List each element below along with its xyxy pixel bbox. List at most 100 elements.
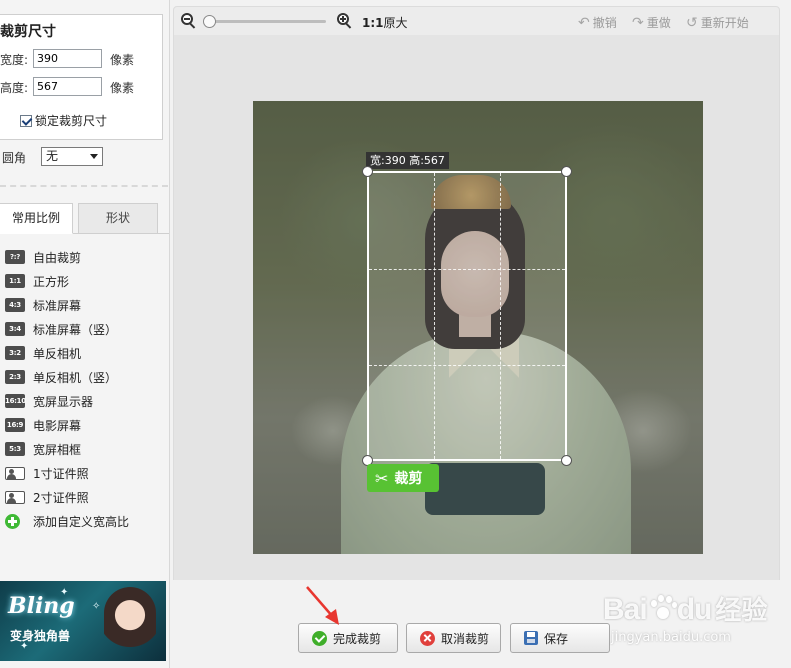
ratio-label: 宽屏相框	[33, 442, 82, 457]
ratio-label: 单反相机	[33, 346, 82, 361]
ratio-badge: 3:2	[5, 346, 25, 360]
crop-apply-label: 裁剪	[394, 471, 423, 487]
undo-icon: ↶	[578, 14, 590, 31]
save-button[interactable]: 保存	[510, 623, 610, 653]
crop-box[interactable]	[362, 166, 572, 466]
ratio-label: 宽屏显示器	[33, 394, 94, 409]
crop-guide-vertical	[500, 173, 501, 459]
crop-handle-top-left[interactable]	[362, 166, 373, 177]
corner-select[interactable]: 无	[41, 147, 103, 166]
ratio-item-16-10[interactable]: 16:10 宽屏显示器	[5, 391, 165, 411]
lock-size-checkbox[interactable]	[20, 114, 32, 127]
watermark-url: jingyan.baidu.com	[611, 630, 731, 645]
zoom-slider-knob[interactable]	[203, 15, 216, 28]
height-input[interactable]	[33, 77, 102, 96]
ratio-label: 标准屏幕（竖）	[33, 322, 118, 337]
crop-guide-horizontal	[369, 269, 565, 270]
redo-label: 重做	[646, 16, 671, 30]
ratio-label: 2寸证件照	[33, 490, 89, 505]
ratio-badge: 16:10	[5, 394, 26, 408]
promo-banner[interactable]: ✦ ✧ ✦ Bling 变身独角兽	[0, 581, 166, 661]
close-icon	[420, 630, 435, 646]
ratio-badge: 1:1	[5, 274, 25, 288]
cancel-crop-button[interactable]: 取消裁剪	[406, 623, 501, 653]
sparkle-icon: ✧	[92, 601, 101, 612]
ratio-item-16-9[interactable]: 16:9 电影屏幕	[5, 415, 165, 435]
crop-guide-horizontal	[369, 365, 565, 366]
actual-size-label: 原大	[383, 16, 408, 30]
undo-label: 撤销	[592, 16, 617, 30]
crop-size-tip: 宽:390 高:567	[366, 152, 449, 169]
watermark-brand-a: Bai	[603, 593, 648, 626]
save-label: 保存	[544, 631, 569, 646]
ratio-label: 标准屏幕	[33, 298, 82, 313]
check-icon	[312, 630, 327, 646]
baidu-watermark: Bai du 经验 jingyan.baidu.com	[603, 590, 768, 645]
plus-icon	[5, 513, 20, 529]
banner-portrait	[104, 587, 156, 661]
actual-size-button[interactable]: 1:1原大	[362, 14, 408, 31]
id-card-icon	[5, 490, 25, 504]
scissors-icon: ✂	[375, 468, 389, 488]
ratio-item-free[interactable]: ?:? 自由裁剪	[5, 247, 165, 267]
banner-subtitle: 变身独角兽	[10, 629, 71, 643]
ratio-label: 电影屏幕	[33, 418, 82, 433]
zoom-slider[interactable]	[203, 15, 326, 28]
corner-select-value: 无	[46, 149, 59, 163]
toolbar: 1:1原大 ↶ 撤销 ↷ 重做 ↺ 重新开始	[173, 6, 780, 36]
ratio-item-4-3[interactable]: 4:3 标准屏幕	[5, 295, 165, 315]
ratio-badge: 16:9	[5, 418, 25, 432]
ratio-item-square[interactable]: 1:1 正方形	[5, 271, 165, 291]
zoom-out-icon[interactable]	[181, 13, 197, 29]
ratio-badge: 2:3	[5, 370, 25, 384]
watermark-brand: Bai du	[603, 593, 713, 626]
save-icon	[524, 631, 538, 645]
tab-shapes[interactable]: 形状	[78, 203, 158, 234]
divider	[0, 185, 168, 187]
zoom-in-icon[interactable]	[337, 13, 353, 29]
ratio-item-add-custom[interactable]: 添加自定义宽高比	[5, 511, 165, 531]
watermark-brand-b: du	[676, 593, 713, 626]
ratio-label: 自由裁剪	[33, 250, 82, 265]
height-label: 高度:	[0, 81, 29, 95]
redo-icon: ↷	[632, 14, 644, 31]
width-input[interactable]	[33, 49, 102, 68]
ratio-label: 正方形	[33, 274, 70, 289]
height-unit: 像素	[110, 81, 135, 95]
restart-label: 重新开始	[700, 16, 749, 30]
crop-apply-button[interactable]: ✂ 裁剪	[367, 464, 439, 492]
paw-icon	[647, 594, 677, 622]
banner-brand: Bling	[8, 593, 75, 619]
chevron-down-icon	[90, 154, 98, 159]
crop-handle-top-right[interactable]	[561, 166, 572, 177]
ratio-item-3-4[interactable]: 3:4 标准屏幕（竖）	[5, 319, 165, 339]
ratio-item-1inch-id[interactable]: 1寸证件照	[5, 463, 165, 483]
undo-button[interactable]: ↶ 撤销	[578, 14, 617, 31]
cancel-crop-label: 取消裁剪	[441, 631, 490, 646]
crop-handle-bottom-right[interactable]	[561, 455, 572, 466]
crop-size-title: 裁剪尺寸	[0, 24, 56, 40]
ratio-label: 添加自定义宽高比	[33, 514, 130, 529]
ratio-badge: 5:3	[5, 442, 25, 456]
redo-button[interactable]: ↷ 重做	[632, 14, 671, 31]
watermark-cn: 经验	[715, 596, 768, 626]
width-unit: 像素	[110, 53, 135, 67]
ratio-item-2inch-id[interactable]: 2寸证件照	[5, 487, 165, 507]
id-card-icon	[5, 466, 25, 480]
tab-common-ratios[interactable]: 常用比例	[0, 203, 73, 234]
photo[interactable]: 宽:390 高:567 ✂ 裁剪	[253, 101, 703, 554]
width-label: 宽度:	[0, 53, 29, 67]
ratio-badge: 3:4	[5, 322, 25, 336]
red-arrow-annotation	[306, 586, 339, 625]
restart-icon: ↺	[686, 14, 698, 31]
ratio-badge: 4:3	[5, 298, 25, 312]
ratio-item-2-3[interactable]: 2:3 单反相机（竖）	[5, 367, 165, 387]
restart-button[interactable]: ↺ 重新开始	[686, 14, 749, 31]
left-panel: 裁剪尺寸 宽度: 像素 高度: 像素 锁定裁剪尺寸 圆角 无 常用比例 形状 ?…	[0, 0, 170, 668]
lock-size-row[interactable]: 锁定裁剪尺寸	[20, 112, 107, 129]
finish-crop-button[interactable]: 完成裁剪	[298, 623, 398, 653]
ratio-tabs: 常用比例 形状	[0, 203, 169, 234]
crop-guide-vertical	[434, 173, 435, 459]
ratio-item-5-3[interactable]: 5:3 宽屏相框	[5, 439, 165, 459]
ratio-item-3-2[interactable]: 3:2 单反相机	[5, 343, 165, 363]
